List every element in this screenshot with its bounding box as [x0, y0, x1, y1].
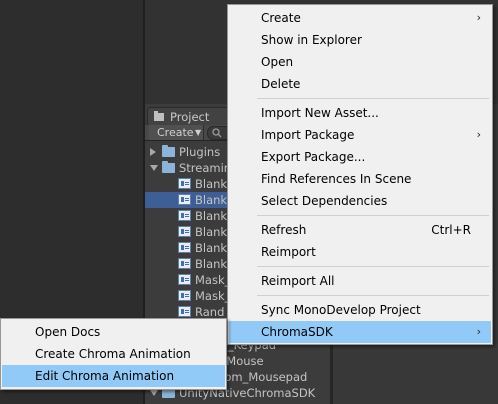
animation-file-icon	[178, 242, 191, 253]
animation-file-icon	[178, 274, 191, 285]
menu-item-chromasdk[interactable]: ChromaSDK ›	[229, 321, 491, 343]
tree-item-label: Blank	[195, 225, 228, 239]
animation-file-icon	[178, 210, 191, 221]
menu-item-edit-chroma-animation[interactable]: Edit Chroma Animation	[2, 365, 225, 387]
tree-item-label: Blank	[195, 257, 228, 271]
menu-item-import-new-asset[interactable]: Import New Asset...	[229, 102, 491, 124]
tree-item-label: Mask_	[195, 289, 231, 303]
chevron-right-icon: ›	[476, 128, 481, 141]
animation-file-icon	[178, 258, 191, 269]
menu-item-label: Import New Asset...	[261, 106, 379, 120]
context-menu: Create › Show in Explorer Open Delete Import …	[227, 4, 493, 345]
menu-item-find-references-in-scene[interactable]: Find References In Scene	[229, 168, 491, 190]
create-dropdown-button[interactable]: Create ▼	[149, 125, 204, 140]
tree-item-label: Plugins	[179, 145, 221, 159]
chroma-sdk-submenu: Open Docs Create Chroma Animation Edit Chr…	[0, 318, 227, 390]
tree-item-label: Blank	[195, 193, 228, 207]
animation-file-icon	[178, 226, 191, 237]
menu-item-label: Sync MonoDevelop Project	[261, 303, 421, 317]
folder-icon	[162, 145, 175, 157]
animation-file-icon	[178, 306, 191, 317]
menu-item-label: Show in Explorer	[261, 33, 362, 47]
menu-item-label: Export Package...	[261, 150, 366, 164]
menu-item-label: Edit Chroma Animation	[35, 369, 175, 383]
menu-item-show-in-explorer[interactable]: Show in Explorer	[229, 29, 491, 51]
menu-item-import-package[interactable]: Import Package ›	[229, 124, 491, 146]
menu-item-label: Open	[261, 55, 294, 69]
menu-separator	[257, 98, 489, 99]
menu-separator	[257, 266, 489, 267]
menu-item-create[interactable]: Create ›	[229, 7, 491, 29]
animation-file-icon	[178, 178, 191, 189]
search-icon	[212, 128, 222, 138]
chevron-right-icon: ›	[476, 11, 481, 24]
menu-item-label: Create	[261, 11, 301, 25]
menu-item-shortcut: Ctrl+R	[431, 223, 471, 237]
expand-arrow-down-icon[interactable]	[150, 390, 158, 396]
tree-item-label: Mask_	[195, 273, 231, 287]
tree-item-label: Blank	[195, 177, 228, 191]
menu-item-open-docs[interactable]: Open Docs	[2, 321, 225, 343]
menu-item-label: Open Docs	[35, 325, 101, 339]
menu-item-export-package[interactable]: Export Package...	[229, 146, 491, 168]
menu-item-label: Select Dependencies	[261, 194, 388, 208]
menu-item-select-dependencies[interactable]: Select Dependencies	[229, 190, 491, 212]
menu-item-label: Import Package	[261, 128, 355, 142]
animation-file-icon	[178, 290, 191, 301]
expand-arrow-right-icon[interactable]	[150, 148, 156, 156]
animation-file-icon	[178, 194, 191, 205]
menu-item-label: Reimport All	[261, 274, 335, 288]
menu-item-label: Create Chroma Animation	[35, 347, 191, 361]
menu-item-refresh[interactable]: Refresh Ctrl+R	[229, 219, 491, 241]
menu-item-reimport-all[interactable]: Reimport All	[229, 270, 491, 292]
menu-item-label: ChromaSDK	[261, 325, 333, 339]
chevron-down-icon: ▼	[195, 128, 202, 137]
menu-item-label: Find References In Scene	[261, 172, 412, 186]
folder-icon	[162, 161, 175, 173]
tab-project[interactable]: Project	[147, 107, 229, 126]
menu-item-label: Refresh	[261, 223, 307, 237]
menu-item-sync-monodevelop-project[interactable]: Sync MonoDevelop Project	[229, 299, 491, 321]
tree-item-label: Streamin	[179, 161, 232, 175]
menu-item-create-chroma-animation[interactable]: Create Chroma Animation	[2, 343, 225, 365]
tree-item-label: Blank	[195, 209, 228, 223]
create-label: Create	[157, 126, 194, 139]
chevron-right-icon: ›	[476, 325, 481, 338]
menu-item-label: Delete	[261, 77, 301, 91]
menu-item-open[interactable]: Open	[229, 51, 491, 73]
menu-separator	[257, 215, 489, 216]
menu-item-reimport[interactable]: Reimport	[229, 241, 491, 263]
menu-item-label: Reimport	[261, 245, 316, 259]
tab-project-label: Project	[170, 110, 210, 124]
menu-separator	[257, 295, 489, 296]
menu-item-delete[interactable]: Delete	[229, 73, 491, 95]
project-icon	[154, 111, 164, 121]
tree-item-label: Blank	[195, 241, 228, 255]
expand-arrow-down-icon[interactable]	[150, 165, 158, 171]
